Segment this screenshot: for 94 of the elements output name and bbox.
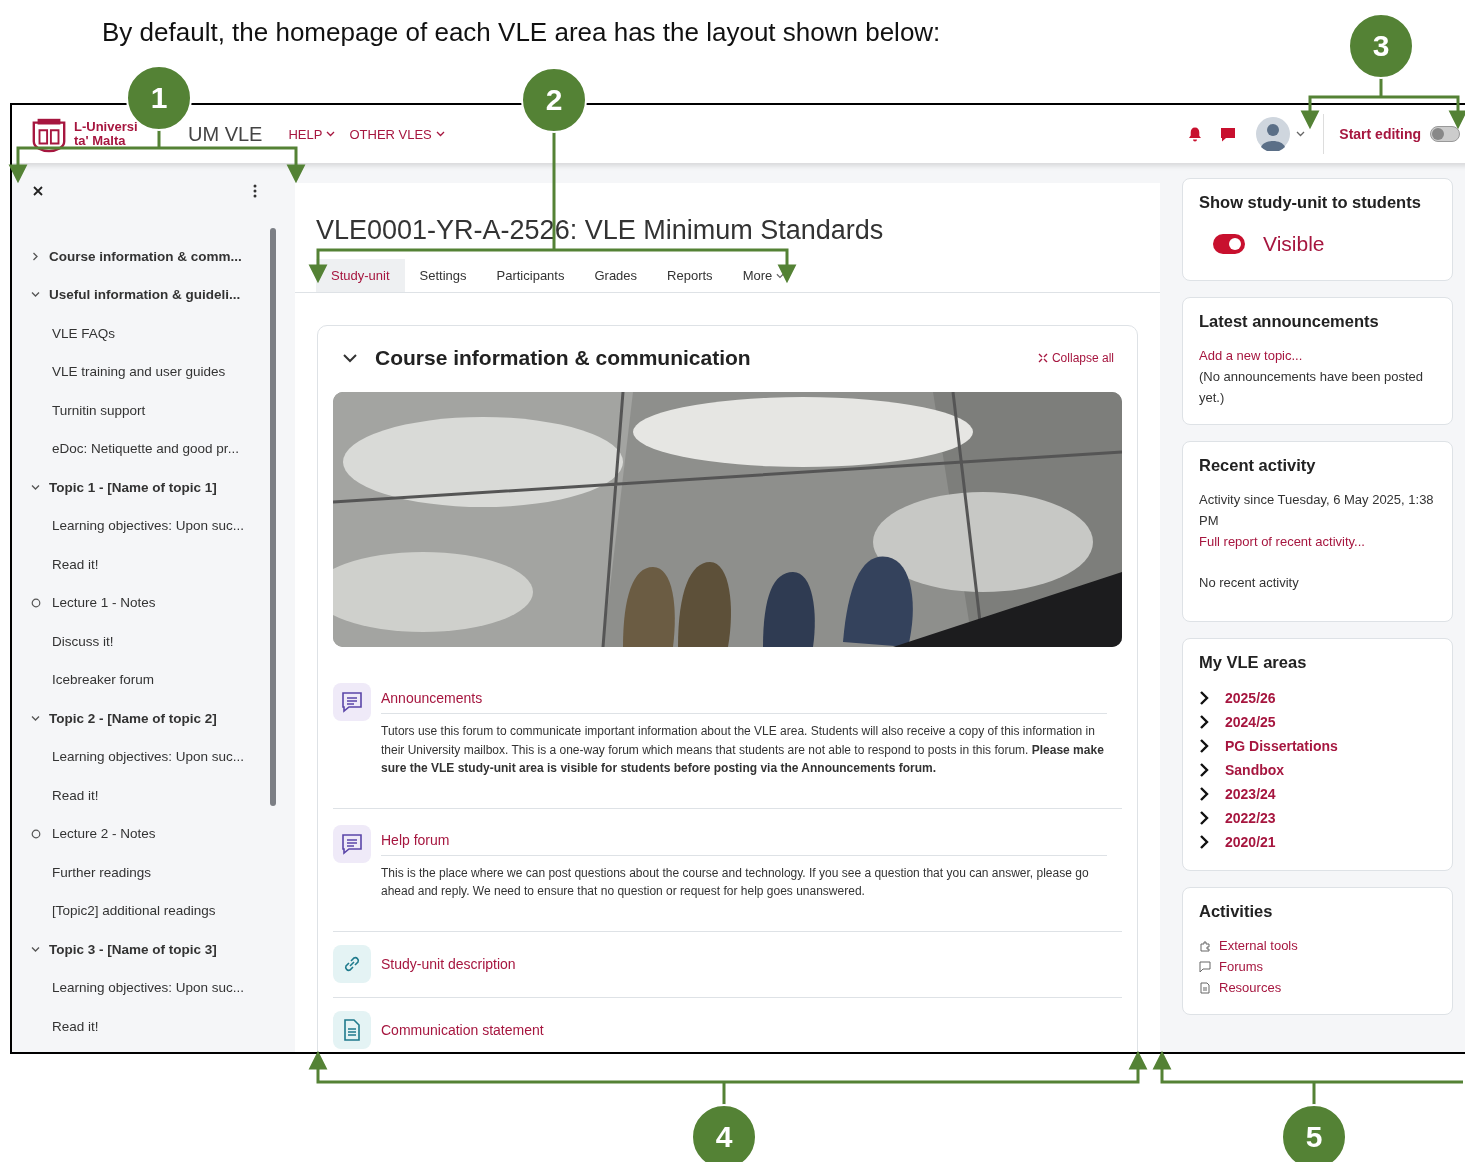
chevron-icon[interactable] <box>343 353 357 363</box>
nav-tab[interactable]: Reports <box>652 259 728 292</box>
block-title: Activities <box>1199 902 1274 921</box>
activity-link[interactable]: Turnitin support <box>52 402 146 418</box>
nav-tab[interactable]: Grades <box>579 259 653 292</box>
activity-link[interactable]: VLE FAQs <box>52 325 116 341</box>
collapse-all-link[interactable]: Collapse all <box>1037 351 1114 365</box>
block-title: Recent activity <box>1199 456 1317 475</box>
section-link[interactable]: Topic 1 - [Name of topic 1] <box>49 479 217 495</box>
activity-link[interactable]: Icebreaker forum <box>52 672 155 688</box>
menu-link[interactable]: HELP <box>288 126 336 142</box>
activity-link[interactable]: Further readings <box>52 864 152 880</box>
forum-icon <box>333 824 371 863</box>
activity-description: Tutors use this forum to communicate important information about the VLE area. Students will also receive a copy of this information in their University mailbox. This is a one-way forum which means that students are not able to respond to posts in this forum. Please make sure the VLE study-unit area is visible for students before posting via the Announcements forum. <box>381 723 1105 777</box>
link-icon <box>333 944 371 983</box>
activity-link[interactable]: Learning objectives: Upon suc... <box>52 518 245 534</box>
activity-link[interactable]: VLE training and user guides <box>52 364 226 380</box>
block-text: Activity since Tuesday, 6 May 2025, 1:38 PM <box>1199 491 1435 530</box>
chat-icon[interactable] <box>1220 126 1237 142</box>
activity-link[interactable]: Read it! <box>52 556 99 572</box>
block-title: My VLE areas <box>1199 653 1308 672</box>
nav-tab[interactable]: More <box>727 259 800 292</box>
site-name: UM VLE <box>188 122 263 146</box>
report-link[interactable]: Full report of recent activity... <box>1199 531 1436 552</box>
logo-text: ta' Malta <box>74 134 127 148</box>
activity-description: This is the place where we can post questions about the course and technology. If you see a question that you can answer, please go ahead and reply. We need to ensure that no question or request for help goes unanswered. <box>381 864 1090 900</box>
nav-tab[interactable]: Settings <box>404 259 482 292</box>
section-link[interactable]: Course information & comm... <box>49 248 242 264</box>
chevron-icon[interactable] <box>1199 738 1209 754</box>
activity-type-link[interactable]: Forums <box>1219 959 1264 974</box>
section-link[interactable]: Topic 2 - [Name of topic 2] <box>49 710 217 726</box>
block-title: Show study-unit to students <box>1199 193 1422 212</box>
activity-link[interactable]: Discuss it! <box>52 633 114 649</box>
chevron-icon[interactable] <box>1199 714 1209 730</box>
activity-link[interactable]: Learning objectives: Upon suc... <box>52 749 245 765</box>
activity-link[interactable]: Help forum <box>381 824 1107 856</box>
visibility-label: Visible <box>1263 232 1325 256</box>
block-text: No recent activity <box>1199 574 1300 592</box>
forum-icon <box>333 683 371 721</box>
block-text: (No announcements have been posted yet.) <box>1199 368 1425 407</box>
activity-link[interactable]: Read it! <box>52 787 99 803</box>
logo-text: L-Universi <box>74 120 138 134</box>
nav-tab[interactable]: Participants <box>481 259 580 292</box>
activity-link[interactable]: Lecture 2 - Notes <box>52 826 156 842</box>
chevron-icon[interactable] <box>1199 786 1209 802</box>
chevron-icon[interactable] <box>1199 762 1209 778</box>
edit-mode-toggle[interactable] <box>1430 126 1460 142</box>
nav-tab[interactable]: Study-unit <box>316 259 405 292</box>
caret-icon <box>435 131 445 137</box>
activity-link[interactable]: Lecture 1 - Notes <box>52 595 156 611</box>
activity-link[interactable]: [Topic2] additional readings <box>52 903 216 919</box>
section-title: Course information & communication <box>375 346 752 370</box>
activity-link[interactable]: Learning objectives: Upon suc... <box>52 980 245 996</box>
puzzle-icon <box>1199 939 1211 952</box>
activity-type-link[interactable]: Resources <box>1219 980 1282 995</box>
close-icon[interactable] <box>33 186 43 196</box>
chevron-icon[interactable] <box>1199 834 1209 850</box>
activity-link[interactable]: Study-unit description <box>381 944 1107 984</box>
area-link[interactable]: 2025/26 <box>1225 690 1276 706</box>
edit-mode-label: Start editing <box>1339 126 1421 142</box>
area-link[interactable]: 2022/23 <box>1225 810 1276 826</box>
section-link[interactable]: Useful information & guideli... <box>49 287 241 303</box>
callout-number: 2 <box>521 67 587 133</box>
caret-icon <box>326 131 336 137</box>
caret-icon <box>776 272 785 279</box>
callout-number: 3 <box>1348 13 1414 79</box>
visibility-toggle[interactable] <box>1213 234 1245 254</box>
callout-number: 4 <box>691 1104 757 1162</box>
block-title: Latest announcements <box>1199 312 1380 331</box>
caret-icon[interactable] <box>1296 131 1306 137</box>
chat-icon <box>1199 960 1211 973</box>
area-link[interactable]: Sandbox <box>1225 762 1285 778</box>
chevron-icon[interactable] <box>1199 810 1209 826</box>
intro-text: By default, the homepage of each VLE area has the layout shown below: <box>102 17 941 48</box>
area-link[interactable]: 2024/25 <box>1225 714 1276 730</box>
collapse-icon <box>1037 353 1048 363</box>
area-link[interactable]: PG Dissertations <box>1225 738 1338 754</box>
add-topic-link[interactable]: Add a new topic... <box>1199 345 1436 366</box>
activity-link[interactable]: Announcements <box>381 683 1107 714</box>
activity-type-link[interactable]: External tools <box>1219 938 1298 953</box>
avatar-icon[interactable] <box>1256 117 1291 151</box>
document-icon <box>1199 981 1211 994</box>
callout-number: 5 <box>1281 1104 1347 1162</box>
document-icon <box>333 1010 371 1049</box>
activity-link[interactable]: eDoc: Netiquette and good pr... <box>52 441 239 457</box>
kebab-menu-icon[interactable] <box>253 184 257 198</box>
section-link[interactable]: Topic 3 - [Name of topic 3] <box>49 941 217 957</box>
activity-link[interactable]: Read it! <box>52 1018 99 1034</box>
bell-icon[interactable] <box>1188 126 1203 142</box>
chevron-icon[interactable] <box>1199 690 1209 706</box>
area-link[interactable]: 2020/21 <box>1225 834 1276 850</box>
area-link[interactable]: 2023/24 <box>1225 786 1276 802</box>
activity-link[interactable]: Communication statement <box>381 1010 1107 1050</box>
menu-link[interactable]: OTHER VLES <box>349 126 445 142</box>
